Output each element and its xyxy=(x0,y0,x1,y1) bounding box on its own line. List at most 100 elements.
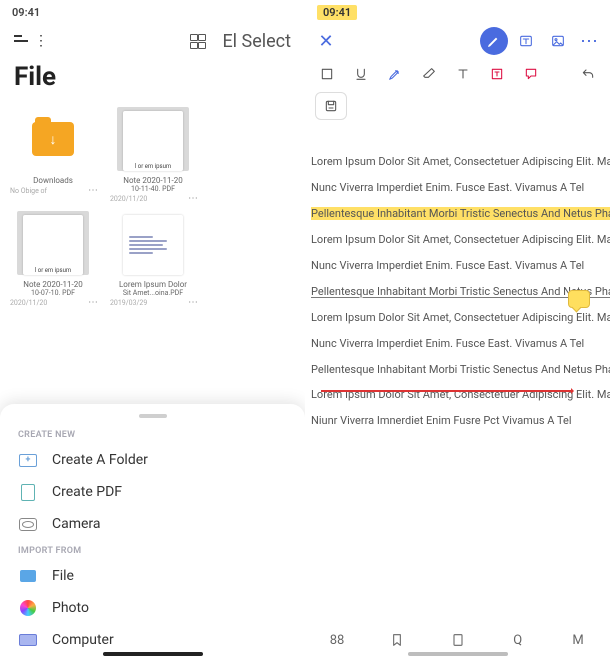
computer-icon xyxy=(18,630,38,650)
browser-header: ⋮ El Select xyxy=(0,24,305,58)
more-icon[interactable]: ⋯ xyxy=(576,31,600,52)
file-menu-icon[interactable]: ⋯ xyxy=(188,193,196,204)
page-title: File xyxy=(0,58,305,100)
underline-icon xyxy=(353,66,369,82)
file-menu-icon[interactable]: ⋯ xyxy=(88,185,96,196)
file-item[interactable]: Lorem Ipsum Dolor Sit Amet...oina.PDF 20… xyxy=(106,210,200,308)
eraser-icon xyxy=(421,66,437,82)
create-pdf-item[interactable]: Create PDF xyxy=(0,476,305,508)
status-bar: 09:41 xyxy=(0,0,305,24)
sub-toolbar xyxy=(305,90,610,122)
header-dots-icon[interactable]: ⋮ xyxy=(34,33,45,49)
file-sub: 10-11-40. PDF xyxy=(131,185,175,193)
new-doc-icon xyxy=(18,482,38,502)
strikeout-annotation[interactable] xyxy=(321,390,571,392)
view-grid-icon[interactable] xyxy=(190,34,206,48)
file-menu-icon[interactable]: ⋯ xyxy=(188,297,196,308)
text-frame-icon xyxy=(489,66,505,82)
file-menu-icon[interactable]: ⋯ xyxy=(88,297,96,308)
import-photo-item[interactable]: Photo xyxy=(0,592,305,624)
file-icon xyxy=(18,566,38,586)
file-item[interactable]: l or em ipsum Note 2020-11-20 10-07-10. … xyxy=(6,210,100,308)
text-mode-button[interactable] xyxy=(512,27,540,55)
highlighter-tool[interactable] xyxy=(379,60,411,88)
file-name: Lorem Ipsum Dolor xyxy=(106,280,200,289)
close-button[interactable]: ✕ xyxy=(315,30,337,52)
menu-button[interactable]: M xyxy=(564,633,592,648)
photo-icon xyxy=(18,598,38,618)
create-section-label: CREATE NEW xyxy=(0,424,305,444)
underline-tool[interactable] xyxy=(345,60,377,88)
pen-icon xyxy=(486,33,502,49)
text-tool[interactable] xyxy=(447,60,479,88)
file-item[interactable]: l or em ipsum Note 2020-11-20 10-11-40. … xyxy=(106,106,200,204)
save-icon xyxy=(323,98,339,114)
annotation-toolbar xyxy=(305,58,610,90)
file-date: 2019/03/29 xyxy=(110,299,147,307)
page-icon xyxy=(450,632,466,648)
undo-icon xyxy=(580,66,596,82)
highlighter-icon xyxy=(387,66,403,82)
paragraph: Lorem Ipsum Dolor Sit Amet, Consectetuer… xyxy=(311,154,610,170)
import-section-label: IMPORT FROM xyxy=(0,540,305,560)
eraser-tool[interactable] xyxy=(413,60,445,88)
annotate-mode-button[interactable] xyxy=(480,27,508,55)
doc-thumbnail-icon: l or em ipsum xyxy=(23,215,83,275)
paragraph: Pellentesque Inhabitant Morbi Tristic Se… xyxy=(311,362,610,378)
header-title-right: El Select xyxy=(222,31,291,52)
bookmark-icon xyxy=(389,632,405,648)
file-date: No Obige of xyxy=(10,187,47,195)
doc-thumbnail-icon: l or em ipsum xyxy=(123,111,183,171)
file-sub: 10-07-10. PDF xyxy=(31,289,75,297)
camera-icon xyxy=(18,514,38,534)
status-time: 09:41 xyxy=(12,6,40,19)
text-icon xyxy=(455,66,471,82)
paragraph: Nunc Viverra Imperdiet Enim. Fusce East.… xyxy=(311,258,610,274)
document-body[interactable]: Lorem Ipsum Dolor Sit Amet, Consectetuer… xyxy=(311,148,610,620)
menu-icon[interactable] xyxy=(14,40,28,42)
file-name: Note 2020-11-20 xyxy=(106,176,200,185)
paragraph: Niunr Viverra Imnerdiet Enim Fusre Pct V… xyxy=(311,413,610,429)
note-tool[interactable] xyxy=(515,60,547,88)
file-grid: Downloads No Obige of ⋯ l or em ipsum No… xyxy=(0,100,305,314)
create-folder-item[interactable]: Create A Folder xyxy=(0,444,305,476)
file-date: 2020/11/20 xyxy=(110,195,147,203)
editor-topbar: ✕ ⋯ xyxy=(305,24,610,58)
file-sub: Sit Amet...oina.PDF xyxy=(123,289,183,297)
status-time: 09:41 xyxy=(317,5,357,20)
create-sheet: CREATE NEW Create A Folder Create PDF Ca… xyxy=(0,404,305,660)
file-item[interactable]: Downloads No Obige of ⋯ xyxy=(6,106,100,204)
home-indicator[interactable] xyxy=(103,652,203,656)
highlighted-text: Pellentesque Inhabitant Morbi Tristic Se… xyxy=(311,207,610,220)
save-tool[interactable] xyxy=(315,92,347,120)
paragraph: Lorem Ipsum Dolor Sit Amet, Consectetuer… xyxy=(311,310,610,326)
home-indicator[interactable] xyxy=(408,652,508,656)
paragraph: Lorem Ipsum Dolor Sit Amet, Consectetuer… xyxy=(311,232,610,248)
new-folder-icon xyxy=(18,450,38,470)
search-button[interactable]: Q xyxy=(504,633,532,648)
sheet-drag-handle[interactable] xyxy=(139,414,167,418)
marquee-icon xyxy=(319,66,335,82)
camera-item[interactable]: Camera xyxy=(0,508,305,540)
page-count[interactable]: 88 xyxy=(323,633,351,648)
paragraph: Nunc Viverra Imperdiet Enim. Fusce East.… xyxy=(311,180,610,196)
file-date: 2020/11/20 xyxy=(10,299,47,307)
image-icon xyxy=(550,33,566,49)
comment-icon xyxy=(523,66,539,82)
textbox-tool[interactable] xyxy=(481,60,513,88)
undo-button[interactable] xyxy=(572,60,604,88)
file-name: Note 2020-11-20 xyxy=(6,280,100,289)
underlined-text: Pellentesque Inhabitant Morbi Tristic Se… xyxy=(311,285,610,298)
paragraph: Pellentesque Inhabitant Morbi Tristic Se… xyxy=(311,206,610,222)
folder-icon xyxy=(32,122,74,156)
comment-bubble-icon[interactable] xyxy=(568,290,590,308)
paragraph: Nunc Viverra Imperdiet Enim. Fusce East.… xyxy=(311,336,610,352)
paragraph: Pellentesque Inhabitant Morbi Tristic Se… xyxy=(311,284,610,300)
text-box-icon xyxy=(518,33,534,49)
view-button[interactable] xyxy=(444,632,472,648)
status-bar: 09:41 xyxy=(305,0,610,24)
import-file-item[interactable]: File xyxy=(0,560,305,592)
image-mode-button[interactable] xyxy=(544,27,572,55)
bookmark-button[interactable] xyxy=(383,632,411,648)
select-tool[interactable] xyxy=(311,60,343,88)
